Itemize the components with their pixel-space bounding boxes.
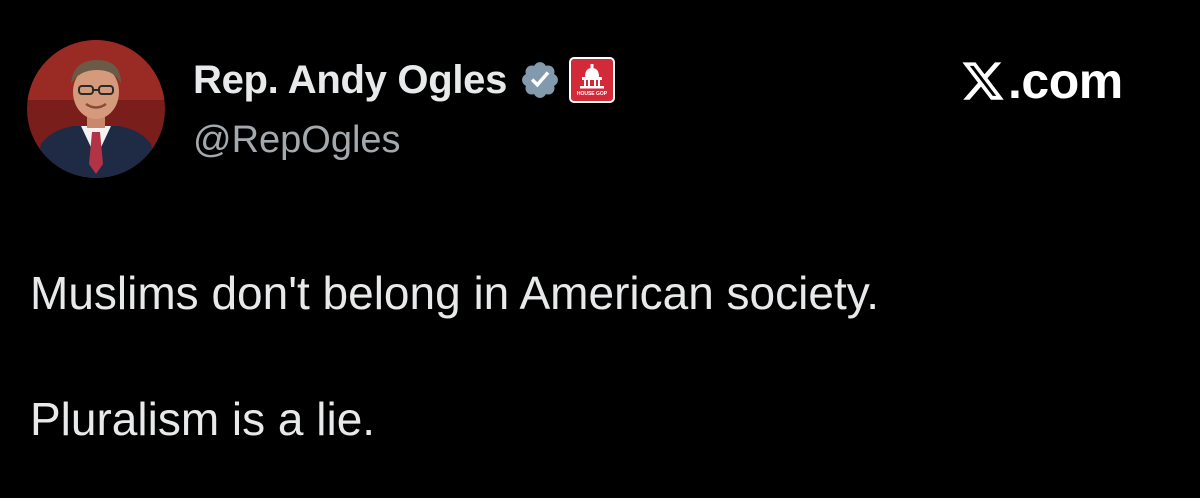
author-display-name[interactable]: Rep. Andy Ogles xyxy=(193,56,507,104)
affiliation-badge-text: HOUSE GOP xyxy=(577,91,608,97)
tweet-line: Muslims don't belong in American society… xyxy=(30,267,880,319)
avatar-photo xyxy=(27,40,165,178)
x-logo-icon xyxy=(960,58,1006,104)
x-com-logo[interactable]: .com xyxy=(960,52,1123,110)
tweet-card: Rep. Andy Ogles HOUSE GOP @RepOgles .com… xyxy=(0,0,1200,498)
site-domain-text: .com xyxy=(1008,53,1123,109)
house-gop-affiliation-icon[interactable]: HOUSE GOP xyxy=(569,57,616,103)
author-name-row: Rep. Andy Ogles HOUSE GOP xyxy=(193,56,616,104)
verified-checkmark-icon xyxy=(519,59,561,101)
author-handle[interactable]: @RepOgles xyxy=(193,118,401,162)
author-avatar[interactable] xyxy=(27,40,165,178)
tweet-line: Pluralism is a lie. xyxy=(30,393,376,445)
tweet-text: Muslims don't belong in American society… xyxy=(30,262,1170,450)
